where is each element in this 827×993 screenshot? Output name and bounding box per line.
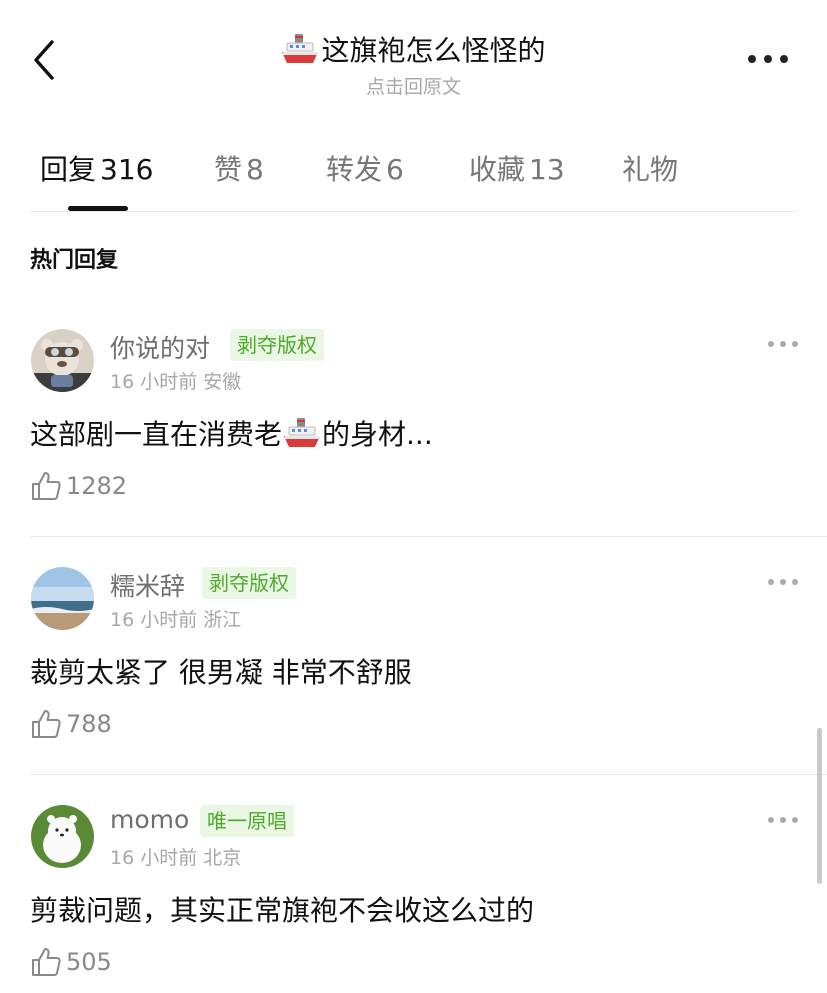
post-title: 这旗袍怎么怪怪的 — [321, 34, 546, 67]
username[interactable]: 糯米辞 — [110, 567, 185, 603]
tab-gifts[interactable]: 礼物 — [622, 148, 678, 188]
more-horizontal-icon — [768, 817, 774, 823]
comment-meta: 16 小时前 浙江 — [110, 609, 242, 631]
like-button[interactable]: 788 — [30, 707, 112, 741]
divider — [30, 211, 798, 212]
comment-more-button[interactable] — [768, 341, 798, 349]
comment-more-button[interactable] — [768, 817, 798, 825]
scrollbar[interactable] — [817, 728, 822, 884]
teddy-bear-avatar — [31, 329, 94, 392]
comment-text: 剪裁问题，其实正常旗袍不会收这么过的 — [30, 894, 535, 927]
like-count: 1282 — [66, 472, 128, 500]
username[interactable]: 你说的对 — [110, 329, 210, 365]
more-horizontal-icon — [768, 579, 774, 585]
user-badge: 唯一原唱 — [200, 805, 294, 837]
username[interactable]: momo — [110, 805, 189, 834]
comment-more-button[interactable] — [768, 579, 798, 587]
like-button[interactable]: 1282 — [30, 469, 127, 503]
thumbs-up-icon — [32, 472, 61, 500]
hot-replies-heading: 热门回复 — [30, 248, 119, 273]
more-horizontal-icon — [768, 341, 774, 347]
avatar[interactable] — [31, 329, 94, 392]
avatar[interactable] — [31, 805, 94, 868]
more-horizontal-icon — [748, 55, 756, 63]
comment-meta: 16 小时前 北京 — [110, 847, 242, 869]
comment-meta: 16 小时前 安徽 — [110, 371, 242, 393]
post-header[interactable]: 这旗袍怎么怪怪的 点击回原文 — [0, 30, 827, 99]
tab-reposts[interactable]: 转发 6 — [326, 148, 404, 188]
tab-replies[interactable]: 回复 316 — [40, 148, 153, 188]
user-badge: 剥夺版权 — [230, 329, 324, 361]
tab-favorites[interactable]: 收藏 13 — [469, 148, 565, 188]
thumbs-up-icon — [32, 948, 61, 976]
avatar[interactable] — [31, 567, 94, 630]
tab-bar: 回复 316 赞8 转发 6 收藏 13 礼物 — [0, 148, 827, 192]
white-bear-avatar — [31, 805, 94, 868]
tab-likes[interactable]: 赞8 — [214, 148, 264, 188]
comment-text: 裁剪太紧了 很男凝 非常不舒服 — [30, 656, 412, 689]
divider — [30, 536, 827, 537]
divider — [30, 774, 827, 775]
like-count: 505 — [66, 948, 112, 976]
like-count: 788 — [66, 710, 112, 738]
seaside-avatar — [31, 567, 94, 630]
comment-text: 这部剧一直在消费老 的身材... — [30, 418, 433, 451]
ship-emoji-icon — [282, 34, 319, 63]
like-button[interactable]: 505 — [30, 945, 112, 979]
ship-emoji-icon — [284, 418, 321, 447]
thumbs-up-icon — [32, 710, 61, 738]
view-original-link[interactable]: 点击回原文 — [0, 72, 827, 99]
more-options-button[interactable] — [746, 55, 790, 65]
user-badge: 剥夺版权 — [202, 567, 296, 599]
